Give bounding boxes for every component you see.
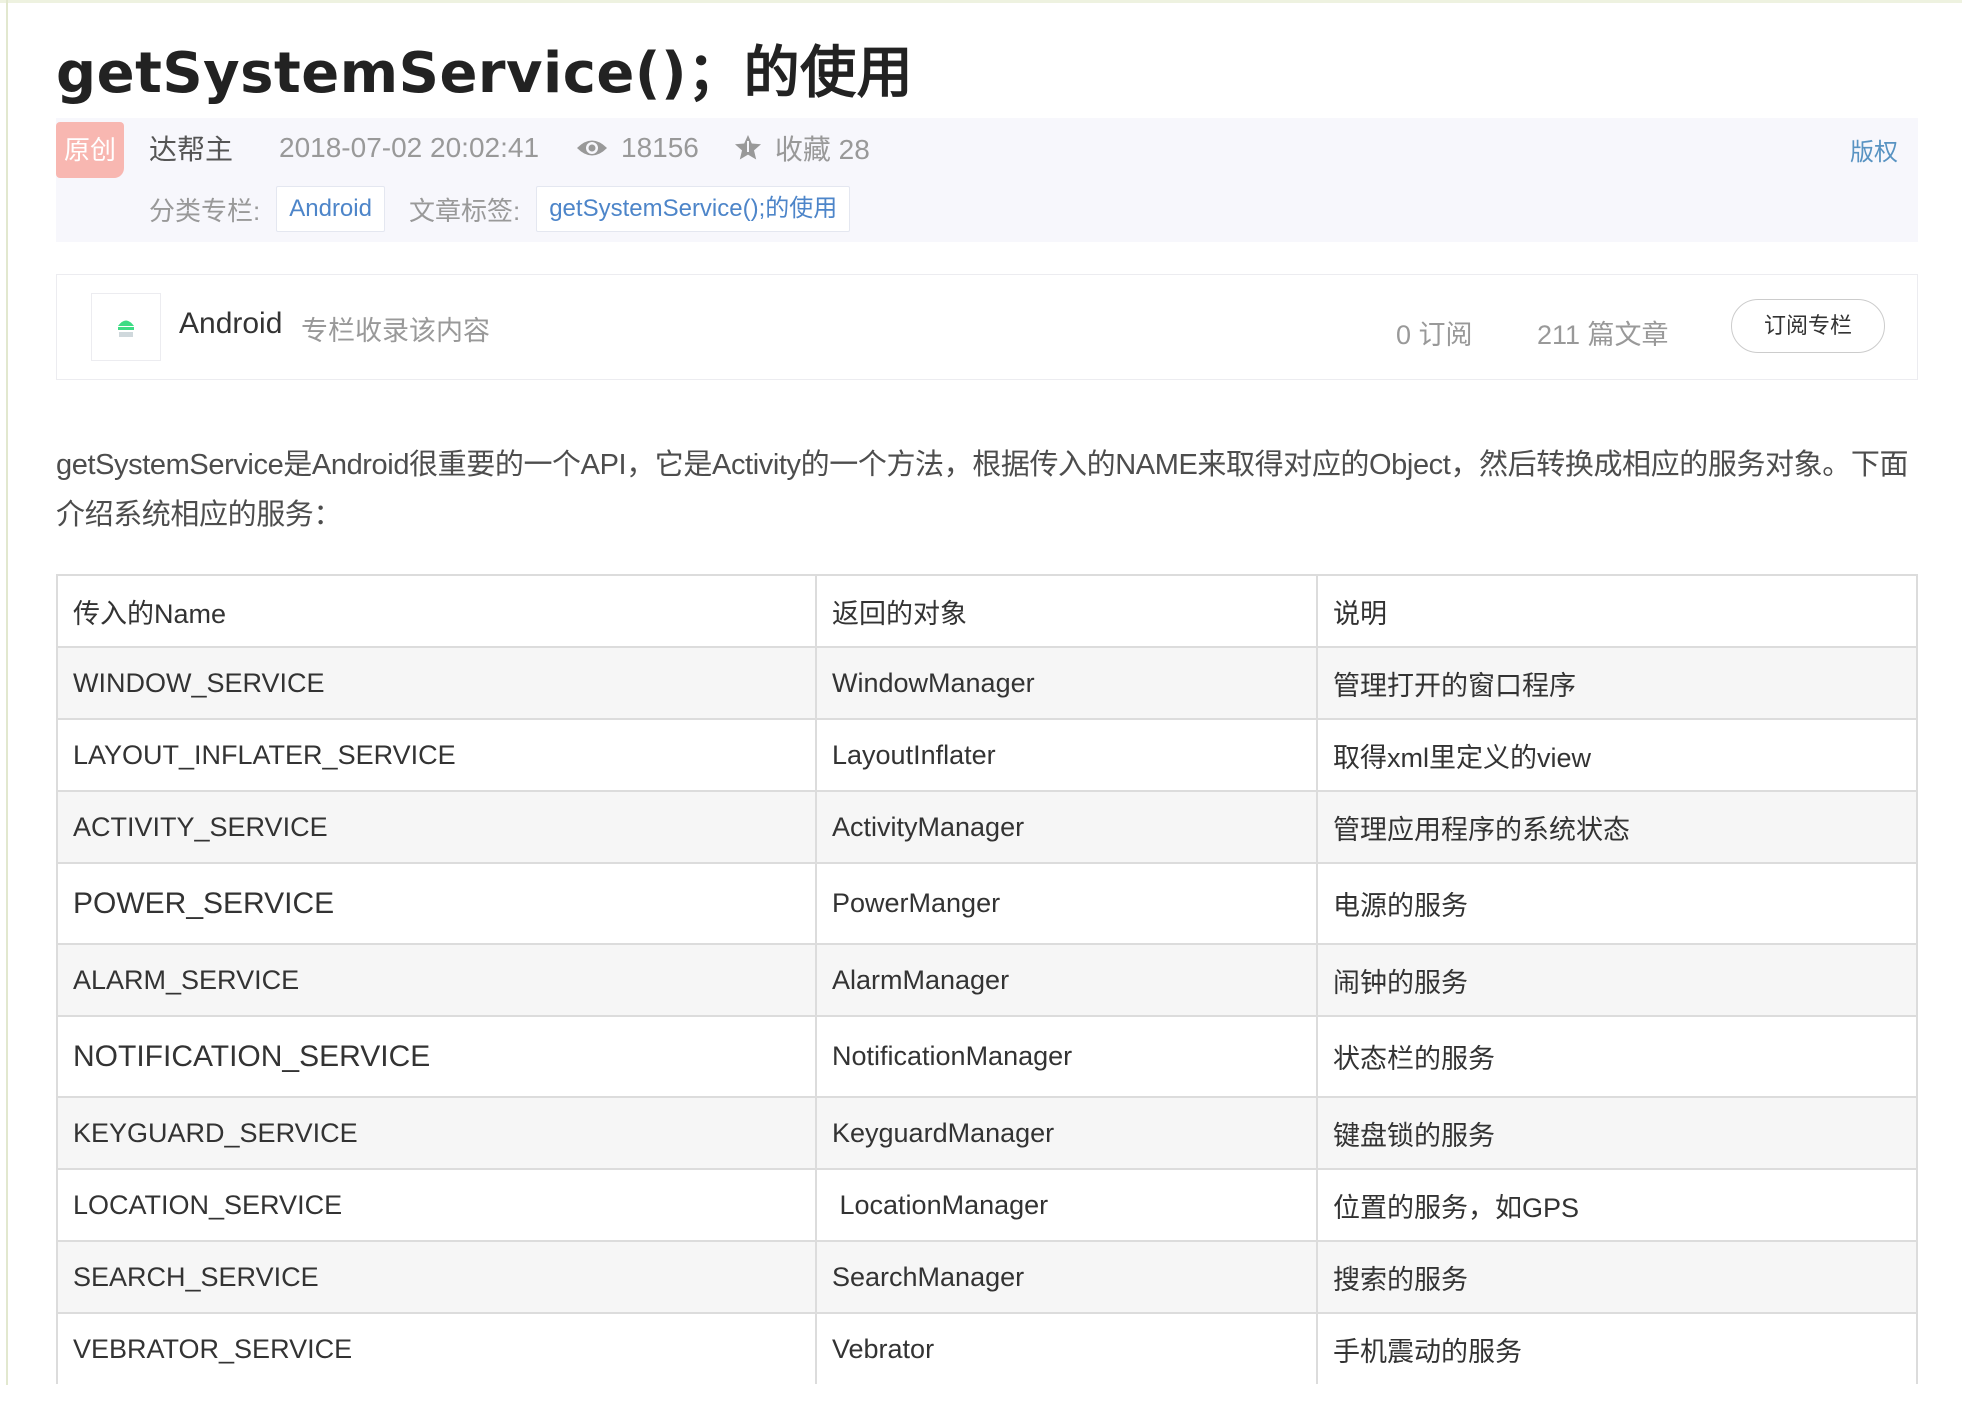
subscribe-column-button[interactable]: 订阅专栏 (1731, 299, 1885, 353)
intro-paragraph: getSystemService是Android很重要的一个API，它是Acti… (56, 449, 1909, 531)
table-cell: ALARM_SERVICE (56, 943, 817, 1017)
table-row: POWER_SERVICE PowerManger 电源的服务 (56, 862, 1918, 945)
table-row: VEBRATOR_SERVICE Vebrator 手机震动的服务 (56, 1312, 1918, 1384)
table-cell: 搜索的服务 (1316, 1240, 1918, 1314)
column-thumbnail[interactable] (91, 293, 161, 361)
category-tag[interactable]: Android (276, 186, 385, 232)
favorite-count: 收藏 28 (774, 134, 870, 165)
table-cell: PowerManger (815, 862, 1318, 945)
table-cell: ACTIVITY_SERVICE (56, 790, 817, 864)
original-badge: 原创 (56, 122, 124, 178)
table-cell: 手机震动的服务 (1316, 1312, 1918, 1384)
copyright-link[interactable]: 版权 (1850, 132, 1898, 167)
table-row: WINDOW_SERVICE WindowManager 管理打开的窗口程序 (56, 646, 1918, 720)
table-header-cell: 传入的Name (56, 574, 817, 648)
table-cell: NOTIFICATION_SERVICE (56, 1015, 817, 1098)
table-cell: 状态栏的服务 (1316, 1015, 1918, 1098)
table-cell: KEYGUARD_SERVICE (56, 1096, 817, 1170)
table-cell: POWER_SERVICE (56, 862, 817, 945)
view-count-value: 18156 (621, 132, 699, 163)
table-row: LAYOUT_INFLATER_SERVICE LayoutInflater 取得x… (56, 718, 1918, 792)
tags-label: 文章标签: (408, 195, 521, 226)
table-cell: AlarmManager (815, 943, 1318, 1017)
table-cell: Vebrator (815, 1312, 1318, 1384)
table-header-cell: 说明 (1316, 574, 1918, 648)
table-cell: 键盘锁的服务 (1316, 1096, 1918, 1170)
table-cell: 管理打开的窗口程序 (1316, 646, 1918, 720)
table-cell: LAYOUT_INFLATER_SERVICE (56, 718, 817, 792)
table-cell: 电源的服务 (1316, 862, 1918, 945)
table-row: NOTIFICATION_SERVICE NotificationManager 状… (56, 1015, 1918, 1098)
star-icon (734, 135, 761, 160)
publish-date: 2018-07-02 20:02:41 (279, 132, 540, 163)
favorite-button[interactable]: 收藏 28 (733, 128, 870, 168)
services-table: 传入的Name 返回的对象 说明 WINDOW_SERVICE WindowManage… (56, 574, 1918, 1384)
table-cell: 管理应用程序的系统状态 (1316, 790, 1918, 864)
column-card: Android 专栏收录该内容 0 订阅 211 篇文章 订阅专栏 (56, 274, 1918, 380)
meta-info-row: 达帮主 2018-07-02 20:02:41 18156 收藏 28 (149, 128, 904, 168)
table-row: KEYGUARD_SERVICE KeyguardManager 键盘锁的服务 (56, 1096, 1918, 1170)
services-table-container: 传入的Name 返回的对象 说明 WINDOW_SERVICE WindowManage… (56, 574, 1918, 1384)
table-cell: LOCATION_SERVICE (56, 1168, 817, 1242)
page-title: getSystemService()；的使用 (56, 41, 914, 106)
table-cell: 位置的服务，如GPS (1316, 1168, 1918, 1242)
table-cell: WINDOW_SERVICE (56, 646, 817, 720)
table-cell: 闹钟的服务 (1316, 943, 1918, 1017)
table-header-row: 传入的Name 返回的对象 说明 (56, 574, 1918, 648)
view-count: 18156 (575, 132, 699, 164)
article-meta: 原创 达帮主 2018-07-02 20:02:41 18156 收藏 28 版… (56, 118, 1918, 242)
meta-tags-row: 分类专栏: Android 文章标签: getSystemService();的… (149, 186, 874, 232)
column-description: 专栏收录该内容 (301, 316, 490, 346)
subscriber-count: 0 订阅 (1396, 320, 1473, 350)
android-icon (118, 320, 134, 337)
category-label: 分类专栏: (149, 195, 261, 226)
table-cell: 取得xml里定义的view (1316, 718, 1918, 792)
table-cell: VEBRATOR_SERVICE (56, 1312, 817, 1384)
table-row: ALARM_SERVICE AlarmManager 闹钟的服务 (56, 943, 1918, 1017)
table-row: LOCATION_SERVICE LocationManager 位置的服务，如G… (56, 1168, 1918, 1242)
table-header-cell: 返回的对象 (815, 574, 1318, 648)
table-cell: WindowManager (815, 646, 1318, 720)
table-cell: LocationManager (815, 1168, 1318, 1242)
table-cell: NotificationManager (815, 1015, 1318, 1098)
column-name[interactable]: Android (179, 307, 282, 341)
top-border (0, 0, 1962, 3)
eye-icon (577, 140, 608, 156)
post-count: 211 篇文章 (1537, 320, 1669, 350)
table-row: SEARCH_SERVICE SearchManager 搜索的服务 (56, 1240, 1918, 1314)
table-cell: KeyguardManager (815, 1096, 1318, 1170)
table-cell: ActivityManager (815, 790, 1318, 864)
table-row: ACTIVITY_SERVICE ActivityManager 管理应用程序的系统… (56, 790, 1918, 864)
table-cell: LayoutInflater (815, 718, 1318, 792)
table-cell: SEARCH_SERVICE (56, 1240, 817, 1314)
left-border (6, 0, 8, 1385)
table-cell: SearchManager (815, 1240, 1318, 1314)
author-link[interactable]: 达帮主 (149, 128, 233, 168)
article-tag[interactable]: getSystemService();的使用 (536, 186, 851, 232)
